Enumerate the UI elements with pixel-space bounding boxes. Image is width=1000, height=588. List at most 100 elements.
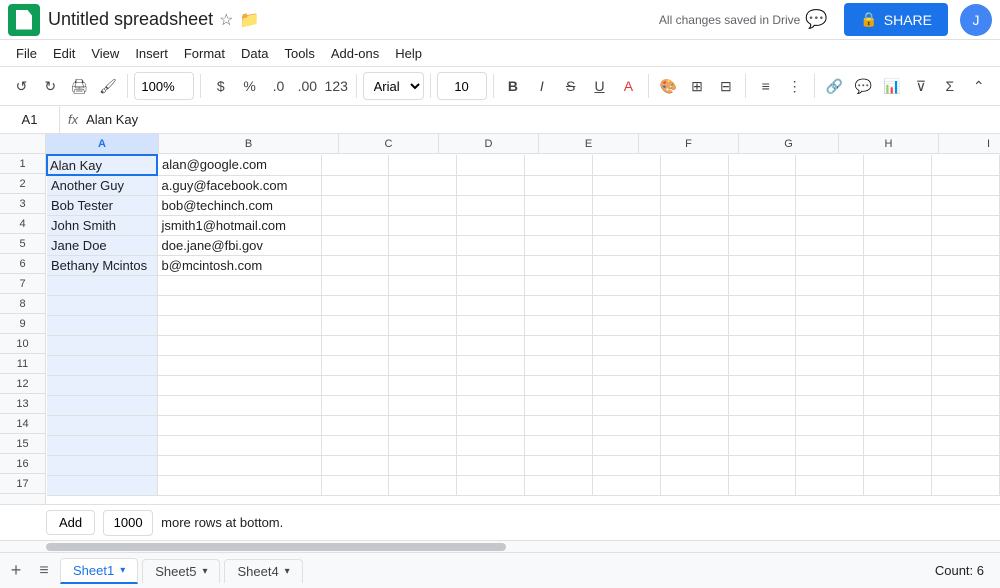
cell-c8[interactable] (321, 295, 389, 315)
cell-f11[interactable] (525, 355, 593, 375)
cell-c10[interactable] (321, 335, 389, 355)
cell-k1[interactable] (864, 155, 932, 175)
cell-a15[interactable] (47, 435, 157, 455)
cell-b5[interactable]: doe.jane@fbi.gov (157, 235, 321, 255)
cell-d5[interactable] (389, 235, 457, 255)
menu-item-help[interactable]: Help (387, 42, 430, 65)
strikethrough-button[interactable]: S (557, 72, 584, 100)
cell-h7[interactable] (660, 275, 728, 295)
cell-j16[interactable] (796, 455, 864, 475)
font-color-button[interactable]: A (615, 72, 642, 100)
col-header-C[interactable]: C (339, 134, 439, 153)
cell-f6[interactable] (525, 255, 593, 275)
cell-c1[interactable] (321, 155, 389, 175)
cell-d10[interactable] (389, 335, 457, 355)
cell-b14[interactable] (157, 415, 321, 435)
cell-k8[interactable] (864, 295, 932, 315)
cell-l16[interactable] (932, 455, 1000, 475)
cell-b11[interactable] (157, 355, 321, 375)
cell-i10[interactable] (728, 335, 796, 355)
cell-c12[interactable] (321, 375, 389, 395)
cell-e17[interactable] (457, 475, 525, 495)
col-header-F[interactable]: F (639, 134, 739, 153)
cell-d1[interactable] (389, 155, 457, 175)
cell-b10[interactable] (157, 335, 321, 355)
cell-f15[interactable] (525, 435, 593, 455)
tab-dropdown-icon[interactable]: ▾ (120, 565, 125, 576)
cell-e15[interactable] (457, 435, 525, 455)
cell-e2[interactable] (457, 175, 525, 195)
cell-e16[interactable] (457, 455, 525, 475)
menu-item-add-ons[interactable]: Add-ons (323, 42, 387, 65)
cell-i13[interactable] (728, 395, 796, 415)
cell-k9[interactable] (864, 315, 932, 335)
bold-button[interactable]: B (500, 72, 527, 100)
doc-title[interactable]: Untitled spreadsheet (48, 9, 213, 30)
comment-button[interactable]: 💬 (800, 4, 832, 36)
cell-a1[interactable]: Alan Kay (47, 155, 157, 175)
cell-a6[interactable]: Bethany Mcintos (47, 255, 157, 275)
cell-a8[interactable] (47, 295, 157, 315)
cell-j11[interactable] (796, 355, 864, 375)
cell-h8[interactable] (660, 295, 728, 315)
cell-i15[interactable] (728, 435, 796, 455)
col-header-D[interactable]: D (439, 134, 539, 153)
cell-k13[interactable] (864, 395, 932, 415)
cell-a5[interactable]: Jane Doe (47, 235, 157, 255)
cell-f12[interactable] (525, 375, 593, 395)
percent-button[interactable]: % (236, 72, 263, 100)
row-num-12[interactable]: 12 (0, 374, 45, 394)
avatar[interactable]: J (960, 4, 992, 36)
cell-j4[interactable] (796, 215, 864, 235)
row-num-1[interactable]: 1 (0, 154, 45, 174)
cell-b1[interactable]: alan@google.com (157, 155, 321, 175)
cell-d9[interactable] (389, 315, 457, 335)
cell-d15[interactable] (389, 435, 457, 455)
cell-d14[interactable] (389, 415, 457, 435)
cell-k2[interactable] (864, 175, 932, 195)
cell-h17[interactable] (660, 475, 728, 495)
cell-g3[interactable] (592, 195, 660, 215)
sheet-tab-sheet4[interactable]: Sheet4▾ (224, 559, 302, 583)
cell-l10[interactable] (932, 335, 1000, 355)
add-count-input[interactable] (103, 510, 153, 536)
cell-e6[interactable] (457, 255, 525, 275)
menu-item-file[interactable]: File (8, 42, 45, 65)
cell-f13[interactable] (525, 395, 593, 415)
cell-reference[interactable]: A1 (0, 106, 60, 133)
cell-b2[interactable]: a.guy@facebook.com (157, 175, 321, 195)
menu-item-format[interactable]: Format (176, 42, 233, 65)
cell-h14[interactable] (660, 415, 728, 435)
cell-d16[interactable] (389, 455, 457, 475)
cell-d6[interactable] (389, 255, 457, 275)
menu-item-data[interactable]: Data (233, 42, 276, 65)
menu-item-edit[interactable]: Edit (45, 42, 83, 65)
cell-g10[interactable] (592, 335, 660, 355)
cell-j7[interactable] (796, 275, 864, 295)
currency-button[interactable]: $ (207, 72, 234, 100)
cell-d8[interactable] (389, 295, 457, 315)
cell-j12[interactable] (796, 375, 864, 395)
cell-e1[interactable] (457, 155, 525, 175)
cell-c11[interactable] (321, 355, 389, 375)
row-num-11[interactable]: 11 (0, 354, 45, 374)
menu-item-insert[interactable]: Insert (127, 42, 176, 65)
cell-c7[interactable] (321, 275, 389, 295)
cell-i16[interactable] (728, 455, 796, 475)
print-button[interactable]: 🖨 (66, 72, 93, 100)
cell-f10[interactable] (525, 335, 593, 355)
cell-j14[interactable] (796, 415, 864, 435)
borders-button[interactable]: ⊞ (684, 72, 711, 100)
cell-g13[interactable] (592, 395, 660, 415)
row-num-14[interactable]: 14 (0, 414, 45, 434)
cell-e9[interactable] (457, 315, 525, 335)
cell-c5[interactable] (321, 235, 389, 255)
cell-h5[interactable] (660, 235, 728, 255)
cell-f2[interactable] (525, 175, 593, 195)
cell-i17[interactable] (728, 475, 796, 495)
cell-a4[interactable]: John Smith (47, 215, 157, 235)
cell-i11[interactable] (728, 355, 796, 375)
function-button[interactable]: Σ (936, 72, 963, 100)
cell-k14[interactable] (864, 415, 932, 435)
cell-c9[interactable] (321, 315, 389, 335)
